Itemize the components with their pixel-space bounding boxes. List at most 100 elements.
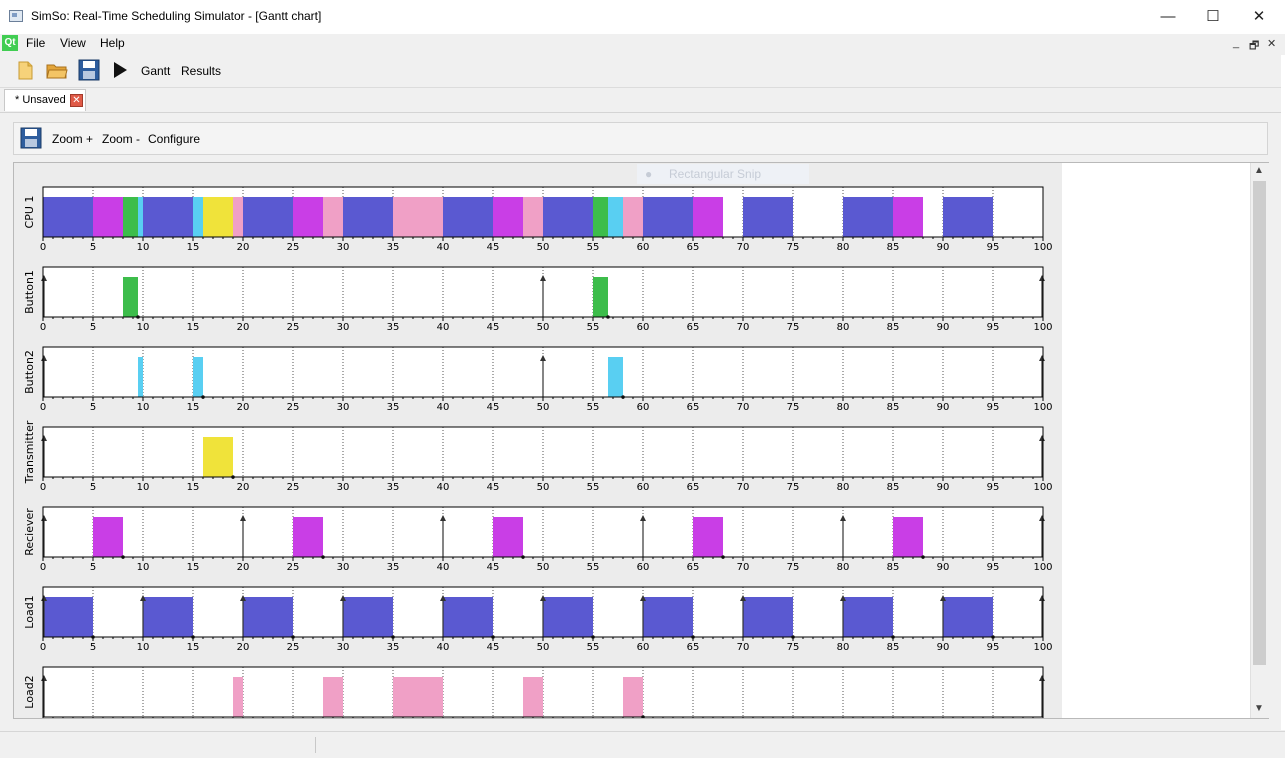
scroll-up-arrow-icon[interactable]: ▲ (1254, 165, 1264, 176)
task-segment-button2 (138, 197, 143, 237)
x-tick-label: 0 (40, 642, 46, 653)
x-tick-label: 60 (637, 402, 650, 413)
mdi-close-button[interactable]: ✕ (1267, 37, 1276, 50)
x-tick-label: 75 (787, 562, 800, 573)
menu-view[interactable]: View (60, 36, 86, 50)
x-tick-label: 0 (40, 322, 46, 333)
task-segment-button1 (123, 197, 138, 237)
x-tick-label: 55 (587, 482, 600, 493)
x-tick-label: 65 (687, 642, 700, 653)
task-segment-button2 (193, 197, 203, 237)
x-tick-label: 40 (437, 242, 450, 253)
x-tick-label: 65 (687, 242, 700, 253)
x-tick-label: 85 (887, 562, 900, 573)
snip-label: Rectangular Snip (669, 167, 762, 181)
task-segment-reciever (493, 517, 523, 557)
zoom-out-button[interactable]: Zoom - (102, 132, 140, 146)
task-segment-load2 (233, 677, 243, 717)
task-segment-load2 (623, 677, 643, 717)
x-tick-label: 95 (987, 642, 1000, 653)
x-tick-label: 40 (437, 562, 450, 573)
x-tick-label: 5 (90, 482, 96, 493)
x-tick-label: 5 (90, 242, 96, 253)
x-tick-label: 35 (387, 402, 400, 413)
task-segment-reciever (93, 197, 123, 237)
x-tick-label: 30 (337, 322, 350, 333)
close-window-button[interactable]: ✕ (1236, 0, 1282, 34)
x-tick-label: 15 (187, 562, 200, 573)
task-segment-load1 (243, 597, 293, 637)
x-tick-label: 60 (637, 322, 650, 333)
x-tick-label: 95 (987, 242, 1000, 253)
task-segment-load1 (143, 197, 193, 237)
x-tick-label: 10 (137, 562, 150, 573)
maximize-button[interactable]: ☐ (1190, 0, 1236, 34)
x-tick-label: 70 (737, 402, 750, 413)
save-icon[interactable] (78, 59, 100, 81)
x-tick-label: 5 (90, 642, 96, 653)
task-segment-button2 (608, 357, 623, 397)
tab-close-icon[interactable]: ✕ (70, 94, 83, 107)
x-tick-label: 90 (937, 482, 950, 493)
x-tick-label: 70 (737, 562, 750, 573)
zoom-in-button[interactable]: Zoom + (52, 132, 93, 146)
x-tick-label: 0 (40, 562, 46, 573)
status-separator (315, 737, 316, 753)
x-tick-label: 60 (637, 642, 650, 653)
x-tick-label: 55 (587, 642, 600, 653)
task-segment-load1 (643, 197, 693, 237)
x-tick-label: 80 (837, 322, 850, 333)
menu-help[interactable]: Help (100, 36, 125, 50)
x-tick-label: 10 (137, 642, 150, 653)
task-segment-reciever (93, 517, 123, 557)
rectangular-snip-overlay: ● Rectangular Snip (637, 164, 809, 184)
results-button[interactable]: Results (181, 64, 221, 78)
tab-unsaved[interactable]: * Unsaved ✕ (4, 89, 86, 111)
x-tick-label: 85 (887, 482, 900, 493)
task-segment-button1 (593, 277, 608, 317)
open-folder-icon[interactable] (46, 59, 68, 81)
x-tick-label: 35 (387, 562, 400, 573)
x-tick-label: 80 (837, 562, 850, 573)
x-tick-label: 25 (287, 322, 300, 333)
gantt-button[interactable]: Gantt (141, 64, 170, 78)
x-tick-label: 15 (187, 642, 200, 653)
x-tick-label: 40 (437, 642, 450, 653)
x-tick-label: 80 (837, 482, 850, 493)
minimize-button[interactable]: — (1145, 0, 1191, 34)
new-file-icon[interactable] (14, 59, 36, 81)
configure-button[interactable]: Configure (148, 132, 200, 146)
scroll-down-arrow-icon[interactable]: ▼ (1254, 703, 1264, 714)
task-segment-transmitter (203, 197, 233, 237)
mdi-restore-button[interactable]: 🗗 (1249, 37, 1259, 56)
x-tick-label: 90 (937, 322, 950, 333)
x-tick-label: 90 (937, 242, 950, 253)
x-tick-label: 95 (987, 402, 1000, 413)
x-tick-label: 75 (787, 482, 800, 493)
row-label: Button2 (23, 350, 36, 394)
mdi-minimize-button[interactable]: _ (1233, 37, 1239, 49)
status-bar (0, 731, 1285, 758)
x-tick-label: 95 (987, 562, 1000, 573)
x-tick-label: 45 (487, 242, 500, 253)
task-segment-load1 (343, 597, 393, 637)
task-segment-button1 (593, 197, 608, 237)
menu-file[interactable]: File (26, 36, 45, 50)
x-tick-label: 30 (337, 402, 350, 413)
x-tick-label: 10 (137, 482, 150, 493)
task-segment-load2 (323, 197, 343, 237)
run-simulation-play-icon[interactable] (109, 59, 131, 81)
x-tick-label: 35 (387, 482, 400, 493)
tab-label: * Unsaved (15, 94, 66, 106)
scrollbar-thumb[interactable] (1253, 181, 1266, 665)
task-segment-load2 (523, 677, 543, 717)
x-tick-label: 15 (187, 242, 200, 253)
row-label: Load2 (23, 675, 36, 708)
x-tick-label: 15 (187, 482, 200, 493)
vertical-scrollbar[interactable]: ▲ ▼ (1250, 163, 1269, 718)
save-chart-icon[interactable] (20, 127, 42, 149)
task-segment-load1 (243, 197, 293, 237)
row-label: Button1 (23, 270, 36, 314)
x-tick-label: 25 (287, 562, 300, 573)
task-segment-reciever (893, 517, 923, 557)
